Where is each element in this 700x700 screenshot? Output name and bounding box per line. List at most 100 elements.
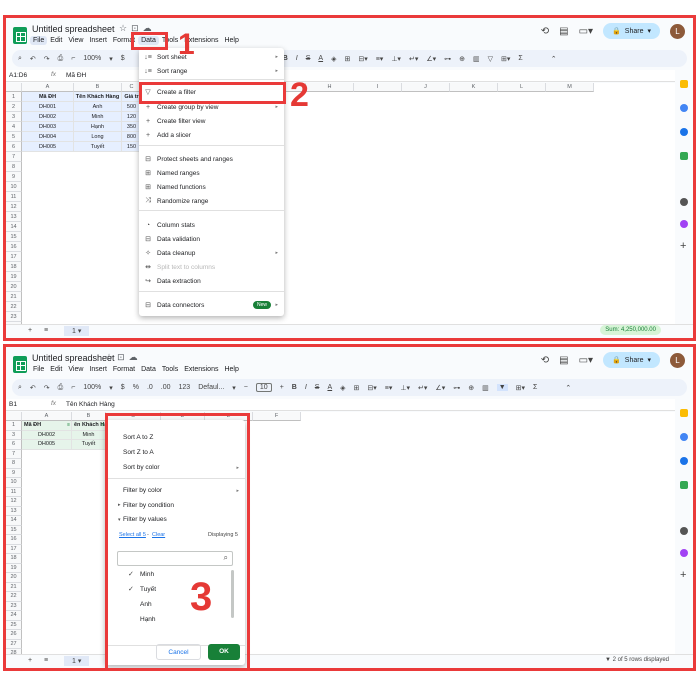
column-header[interactable]: K (450, 83, 498, 92)
font-select[interactable]: Defaul... (198, 384, 224, 391)
row-header[interactable]: 19 (6, 563, 22, 573)
filter-icon[interactable]: ▼ (496, 384, 508, 391)
star-icon[interactable]: ☆ (105, 352, 117, 362)
row-header[interactable]: 6 (6, 142, 22, 152)
menu-data[interactable]: Data (138, 365, 159, 374)
row-header[interactable]: 15 (6, 232, 22, 242)
font-size-decrease[interactable]: − (244, 384, 248, 391)
strikethrough-button[interactable]: S (315, 384, 320, 391)
menu-tools[interactable]: Tools (159, 365, 181, 374)
text-color-icon[interactable]: A (327, 384, 332, 391)
table-cell[interactable]: DH005 (22, 440, 72, 450)
column-header[interactable]: B (74, 83, 122, 92)
currency-button[interactable]: $ (121, 55, 125, 62)
column-header[interactable]: M (546, 83, 594, 92)
wrap-icon[interactable]: ↵▾ (418, 384, 427, 392)
corner-cell[interactable] (6, 412, 22, 421)
gemini-icon[interactable] (680, 220, 688, 228)
document-title[interactable]: Untitled spreadsheet (32, 24, 115, 34)
sheet-tab[interactable]: 1 ▾ (64, 656, 90, 666)
filter-dropdown-icon[interactable]: ≡ (67, 421, 70, 430)
table-cell[interactable]: Long (74, 132, 122, 142)
table-cell[interactable]: Tuyết (72, 440, 106, 450)
avatar[interactable]: L (670, 352, 685, 368)
all-sheets-icon[interactable]: ≡ (44, 327, 48, 334)
menu-help[interactable]: Help (221, 365, 241, 374)
star-icon[interactable]: ☆ (119, 23, 131, 33)
valign-icon[interactable]: ⊥▾ (400, 384, 410, 392)
chevron-down-icon[interactable]: ▾ (109, 55, 113, 63)
decrease-decimal-icon[interactable]: .0 (147, 384, 153, 391)
name-box[interactable]: B1 (9, 401, 17, 408)
comment-icon[interactable]: ▤ (559, 355, 568, 366)
column-header[interactable]: F (253, 412, 301, 421)
chart-icon[interactable]: ▥ (482, 384, 489, 392)
row-header[interactable]: 24 (6, 611, 22, 621)
gemini-icon[interactable] (680, 549, 688, 557)
borders-icon[interactable]: ⊞ (344, 55, 350, 63)
column-header[interactable]: A (22, 412, 72, 421)
table-cell[interactable]: Tuyết (74, 142, 122, 152)
row-header[interactable]: 18 (6, 262, 22, 272)
row-header[interactable]: 21 (6, 582, 22, 592)
row-header[interactable]: 21 (6, 292, 22, 302)
wrap-icon[interactable]: ↵▾ (409, 55, 418, 63)
number-format-button[interactable]: 123 (179, 384, 191, 391)
row-header[interactable]: 16 (6, 242, 22, 252)
add-sheet-icon[interactable]: + (28, 657, 32, 664)
addon-icon[interactable] (680, 527, 688, 535)
maps-icon[interactable] (680, 152, 688, 160)
row-header[interactable]: 3 (6, 112, 22, 122)
row-header[interactable]: 12 (6, 202, 22, 212)
row-header[interactable]: 20 (6, 573, 22, 583)
comment-icon[interactable]: ▤ (559, 26, 568, 37)
sheet-tab[interactable]: 1 ▾ (64, 326, 90, 336)
keep-icon[interactable] (680, 80, 688, 88)
row-header[interactable]: 9 (6, 172, 22, 182)
row-header[interactable]: 10 (6, 478, 22, 488)
chevron-down-icon[interactable]: ▾ (232, 384, 236, 392)
align-icon[interactable]: ≡▾ (376, 55, 384, 63)
increase-decimal-icon[interactable]: .00 (161, 384, 171, 391)
contacts-icon[interactable] (680, 128, 688, 136)
history-icon[interactable]: ⟲ (541, 355, 549, 366)
menu-view[interactable]: View (65, 365, 86, 374)
data-menu-item[interactable]: ⊟ Data validation (139, 232, 284, 246)
row-header[interactable]: 9 (6, 468, 22, 478)
row-header[interactable]: 7 (6, 449, 22, 459)
column-header[interactable]: B (72, 412, 106, 421)
move-icon[interactable]: ⊡ (117, 352, 129, 362)
data-menu-item[interactable]: ↓≡ Sort range ▸ (139, 64, 284, 78)
merge-icon[interactable]: ⊟▾ (367, 384, 376, 392)
column-header[interactable]: L (498, 83, 546, 92)
paint-format-icon[interactable]: ⌐ (71, 384, 75, 391)
bold-button[interactable]: B (292, 384, 297, 391)
menu-format[interactable]: Format (110, 365, 138, 374)
tasks-icon[interactable] (680, 433, 688, 441)
row-header[interactable]: 2 (6, 102, 22, 112)
filter-dropdown-icon[interactable]: ≡ (101, 421, 104, 430)
fill-color-icon[interactable]: ◈ (340, 384, 345, 392)
meet-icon[interactable]: ▭▾ (579, 26, 593, 37)
chart-icon[interactable]: ▥ (473, 55, 480, 63)
data-menu-item[interactable]: ◔ Column stats (139, 218, 284, 232)
row-header[interactable]: 17 (6, 252, 22, 262)
undo-icon[interactable]: ↶ (30, 384, 36, 392)
row-header[interactable]: 19 (6, 272, 22, 282)
data-menu-item[interactable]: + Create filter view (139, 114, 284, 128)
chevron-down-icon[interactable]: ▾ (647, 27, 651, 35)
menu-edit[interactable]: Edit (47, 365, 65, 374)
menu-extensions[interactable]: Extensions (181, 365, 221, 374)
data-menu-item[interactable]: ⊟ Data connectors New ▸ (139, 298, 284, 312)
table-cell[interactable]: DH005 (22, 142, 74, 152)
history-icon[interactable]: ⟲ (541, 26, 549, 37)
table-cell[interactable]: Minh (74, 112, 122, 122)
comment-add-icon[interactable]: ⊕ (468, 384, 474, 392)
row-header[interactable]: 14 (6, 516, 22, 526)
row-header[interactable]: 11 (6, 487, 22, 497)
redo-icon[interactable]: ↷ (44, 384, 50, 392)
menu-view[interactable]: View (65, 36, 86, 45)
functions-icon[interactable]: Σ (518, 55, 522, 62)
data-menu-item[interactable]: ⊞ Named functions (139, 180, 284, 194)
filter-icon[interactable]: ▽ (488, 55, 493, 63)
